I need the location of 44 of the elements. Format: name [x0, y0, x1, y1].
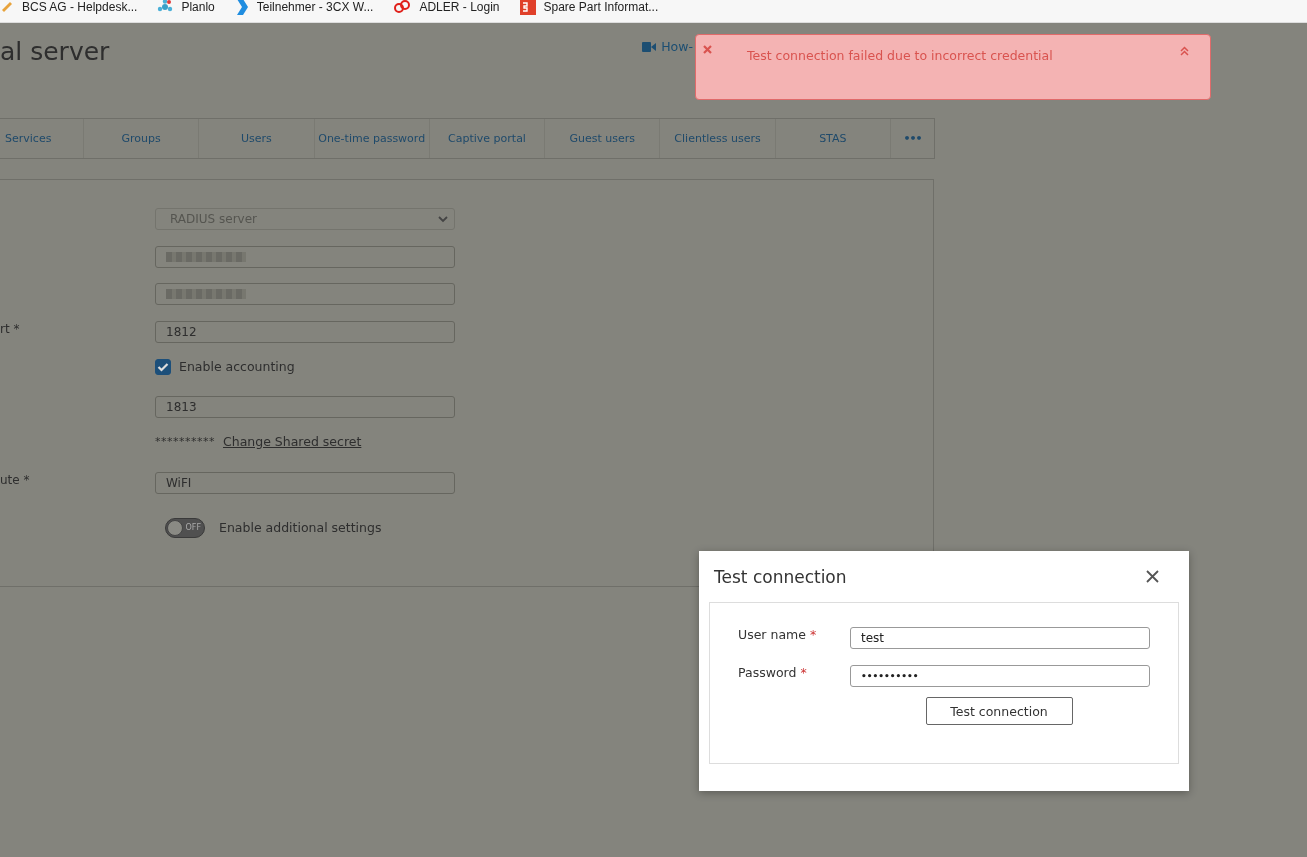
- input-field[interactable]: 1813: [155, 396, 455, 419]
- input-field[interactable]: 1812: [155, 321, 455, 344]
- tab[interactable]: One-time password: [314, 119, 430, 158]
- test-connection-button[interactable]: Test connection: [925, 697, 1073, 725]
- field-label: Password: [738, 665, 797, 680]
- field-label: rt *: [0, 322, 20, 337]
- input-field[interactable]: [155, 245, 455, 268]
- bookmark-link[interactable]: Spare Part Informat...: [519, 0, 659, 15]
- change-secret-link[interactable]: Change Shared secret: [223, 434, 362, 450]
- field-label: ute *: [0, 472, 30, 487]
- tab[interactable]: Services: [0, 119, 84, 158]
- toast-message: Test connection failed due to incorrect credential: [747, 48, 1053, 63]
- collapse-icon[interactable]: [1180, 46, 1189, 56]
- field-label: User name: [738, 627, 806, 642]
- masked-secret: **********: [155, 435, 215, 449]
- bookmark-link[interactable]: BCS AG - Helpdesk...: [0, 0, 138, 14]
- rings-icon: [393, 0, 412, 14]
- tab[interactable]: Users: [199, 119, 315, 158]
- input-field[interactable]: WiFI: [155, 471, 455, 494]
- toggle-switch[interactable]: OFF: [165, 517, 205, 538]
- bookmark-link[interactable]: ADLER - Login: [393, 0, 500, 14]
- checkbox-label: Enable accounting: [179, 359, 295, 375]
- tab[interactable]: Clientless users: [660, 119, 776, 158]
- tab[interactable]: Captive portal: [429, 119, 546, 158]
- guides-link[interactable]: How-: [642, 39, 693, 54]
- required-mark: *: [809, 627, 817, 642]
- tab[interactable]: Guest users: [545, 119, 661, 158]
- chevron-icon: [234, 0, 249, 15]
- page-title: al server: [0, 37, 110, 68]
- dialog-title: Test connection: [714, 566, 847, 587]
- toggle-label: Enable additional settings: [219, 520, 382, 535]
- tab[interactable]: •••: [890, 119, 934, 158]
- input-field[interactable]: [155, 283, 455, 306]
- input-field[interactable]: test: [850, 627, 1150, 649]
- tab[interactable]: STAS: [775, 119, 891, 158]
- close-icon[interactable]: [1146, 570, 1159, 583]
- bookmark-link[interactable]: Planlo: [157, 0, 215, 15]
- tab[interactable]: Groups: [84, 119, 200, 158]
- password-field[interactable]: ••••••••••: [850, 665, 1150, 687]
- video-camera-icon: [642, 41, 657, 52]
- chevron-down-icon: [438, 215, 448, 223]
- bookmark-link[interactable]: Teilnehmer - 3CX W...: [234, 0, 374, 15]
- checkbox[interactable]: [155, 358, 171, 375]
- required-mark: *: [800, 665, 807, 680]
